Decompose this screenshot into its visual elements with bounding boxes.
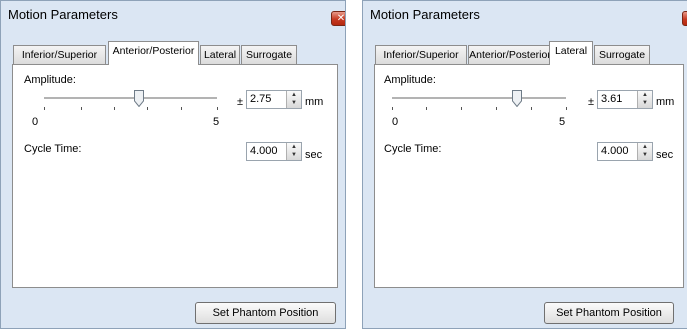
slider-tick	[44, 107, 45, 110]
cycle-time-unit: sec	[656, 149, 674, 161]
slider-tick	[426, 107, 427, 110]
slider-thumb[interactable]	[134, 90, 145, 108]
spin-down-icon[interactable]: ▼	[638, 99, 652, 107]
amplitude-value: 3.61	[601, 93, 623, 105]
slider-track[interactable]	[44, 97, 217, 100]
slider-tick	[496, 107, 497, 110]
amplitude-label: Amplitude:	[24, 74, 76, 86]
spin-down-icon[interactable]: ▼	[638, 151, 652, 159]
spin-up-icon[interactable]: ▲	[287, 143, 301, 151]
spin-up-icon[interactable]: ▲	[287, 91, 301, 99]
motion-parameters-window-1: Motion Parameters ✕ Inferior/Superior An…	[0, 0, 346, 329]
tab-lateral[interactable]: Lateral	[200, 45, 240, 64]
close-icon: ✕	[336, 13, 346, 24]
spin-buttons[interactable]: ▲ ▼	[637, 143, 652, 160]
spin-buttons[interactable]: ▲ ▼	[637, 91, 652, 108]
cycle-time-value: 4.000	[250, 145, 278, 157]
slider-tick	[81, 107, 82, 110]
cycle-time-label: Cycle Time:	[384, 143, 442, 155]
close-button[interactable]: ✕	[331, 11, 346, 26]
tab-inferior-superior[interactable]: Inferior/Superior	[375, 45, 467, 64]
window-title: Motion Parameters	[8, 7, 118, 22]
spin-down-icon[interactable]: ▼	[287, 99, 301, 107]
slider-tick	[461, 107, 462, 110]
slider-tick	[566, 107, 567, 110]
spin-buttons[interactable]: ▲ ▼	[286, 91, 301, 108]
cycle-time-label: Cycle Time:	[24, 143, 82, 155]
slider-tick	[217, 107, 218, 110]
tab-surrogate[interactable]: Surrogate	[241, 45, 297, 64]
spin-buttons[interactable]: ▲ ▼	[286, 143, 301, 160]
tab-anterior-posterior[interactable]: Anterior/Posterior	[108, 41, 199, 65]
tab-anterior-posterior[interactable]: Anterior/Posterior	[468, 45, 552, 64]
cycle-time-unit: sec	[305, 149, 323, 161]
motion-parameters-window-2: Motion Parameters ✕ Inferior/Superior An…	[362, 0, 687, 329]
slider-max-label: 5	[559, 116, 566, 128]
amplitude-label: Amplitude:	[384, 74, 436, 86]
slider-tick	[114, 107, 115, 110]
spin-up-icon[interactable]: ▲	[638, 91, 652, 99]
tab-inferior-superior[interactable]: Inferior/Superior	[13, 45, 106, 64]
amplitude-spinbox[interactable]: 2.75 ▲ ▼	[246, 90, 302, 109]
spin-up-icon[interactable]: ▲	[638, 143, 652, 151]
cycle-time-value: 4.000	[601, 145, 629, 157]
slider-tick	[181, 107, 182, 110]
slider-min-label: 0	[392, 116, 399, 128]
slider-tick	[531, 107, 532, 110]
slider-tick	[392, 107, 393, 110]
spin-down-icon[interactable]: ▼	[287, 151, 301, 159]
amplitude-unit: mm	[656, 96, 675, 108]
slider-track[interactable]	[392, 97, 566, 100]
window-title: Motion Parameters	[370, 7, 480, 22]
slider-tick	[147, 107, 148, 110]
amplitude-plusminus: ±	[588, 96, 595, 108]
slider-min-label: 0	[32, 116, 39, 128]
set-phantom-position-button[interactable]: Set Phantom Position	[544, 302, 674, 324]
tab-lateral[interactable]: Lateral	[549, 41, 593, 65]
amplitude-unit: mm	[305, 96, 324, 108]
slider-max-label: 5	[213, 116, 220, 128]
tab-surrogate[interactable]: Surrogate	[594, 45, 650, 64]
close-button[interactable]: ✕	[682, 11, 687, 26]
amplitude-value: 2.75	[250, 93, 272, 105]
cycle-time-spinbox[interactable]: 4.000 ▲ ▼	[597, 142, 653, 161]
set-phantom-position-button[interactable]: Set Phantom Position	[195, 302, 336, 324]
slider-thumb[interactable]	[512, 90, 523, 108]
amplitude-plusminus: ±	[237, 96, 244, 108]
cycle-time-spinbox[interactable]: 4.000 ▲ ▼	[246, 142, 302, 161]
amplitude-spinbox[interactable]: 3.61 ▲ ▼	[597, 90, 653, 109]
